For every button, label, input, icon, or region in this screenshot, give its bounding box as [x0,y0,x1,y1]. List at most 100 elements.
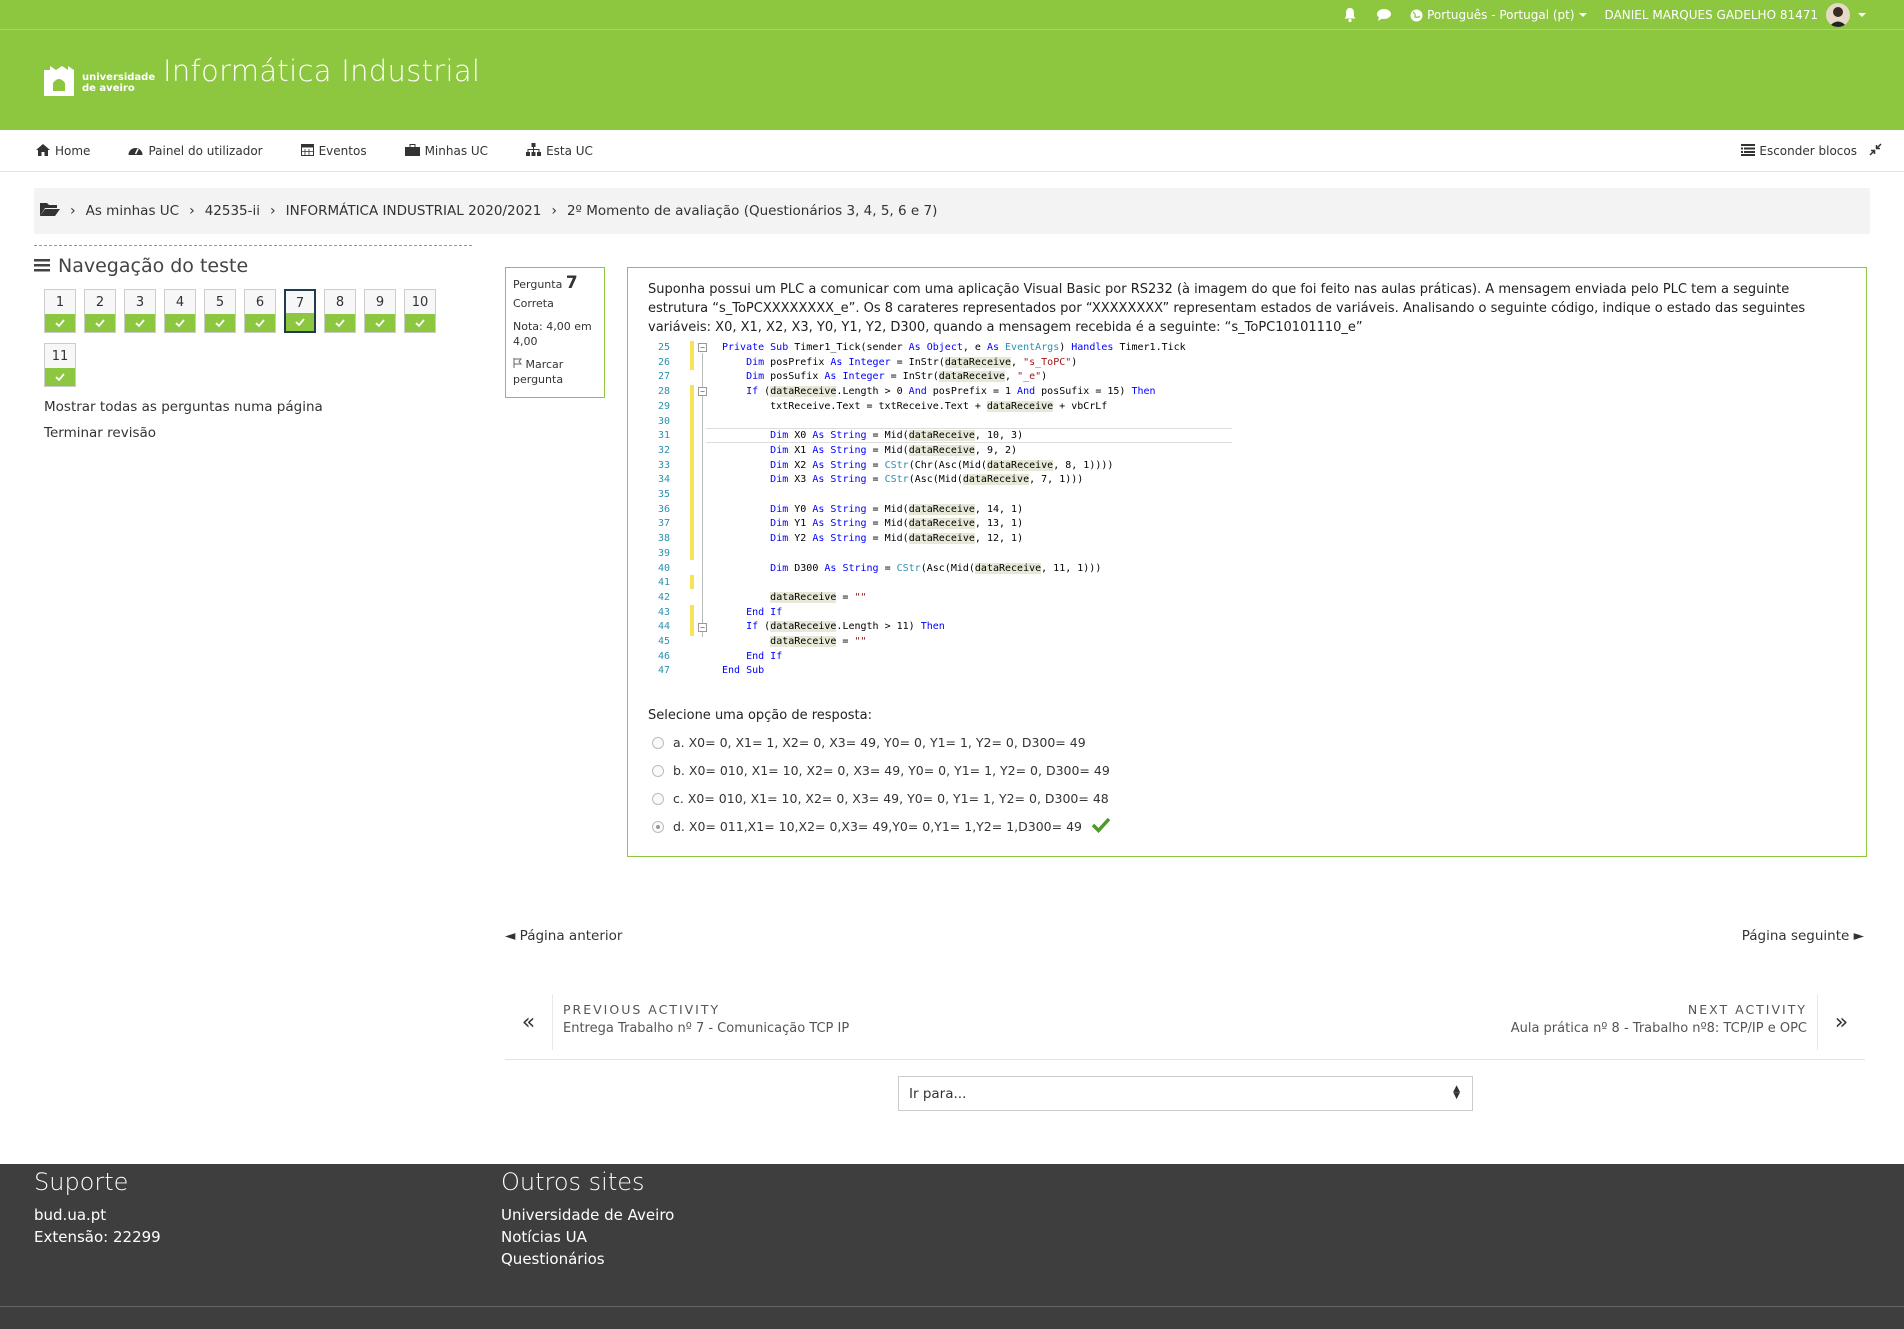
question-button-3[interactable]: 3 [124,289,156,333]
site-title[interactable]: Informática Industrial [163,54,480,88]
correct-icon [45,368,75,386]
code-line-number: 36 [657,503,670,515]
nav-my-courses[interactable]: Minhas UC [404,143,489,159]
question-number: 8 [335,295,345,310]
user-menu[interactable]: DANIEL MARQUES GADELHO 81471 [1605,3,1866,27]
flag-question-button[interactable]: Marcar pergunta [513,357,597,387]
nav-events[interactable]: Eventos [300,143,367,159]
question-button-1[interactable]: 1 [44,289,76,333]
question-grade: Nota: 4,00 em 4,00 [513,319,597,349]
footer-site-news[interactable]: Notícias UA [501,1226,674,1248]
correct-icon [325,314,355,332]
nav-home-label: Home [55,144,91,158]
page-footer: Suporte bud.ua.pt Extensão: 22299 Outros… [0,1164,1904,1329]
question-button-9[interactable]: 9 [364,289,396,333]
breadcrumb-separator: › [270,203,276,219]
nav-dashboard[interactable]: Painel do utilizador [128,144,263,159]
chevron-down-icon [1858,13,1866,17]
dashboard-icon [128,144,143,159]
code-line-number: 37 [657,518,670,530]
radio-b[interactable] [652,764,664,777]
question-button-5[interactable]: 5 [204,289,236,333]
nav-this-course-label: Esta UC [546,144,593,158]
radio-a[interactable] [652,736,664,749]
answer-option-c[interactable]: c. X0= 010, X1= 10, X2= 0, X3= 49, Y0= 0… [652,787,1111,810]
code-line-number: 44 [657,621,670,633]
code-lines: Private Sub Timer1_Tick(sender As Object… [722,342,1186,677]
footer-site-ua[interactable]: Universidade de Aveiro [501,1204,674,1226]
code-line-number: 42 [657,591,670,603]
list-icon [1741,143,1756,159]
site-header: universidade de aveiro Informática Indus… [0,30,1904,130]
double-chevron-right-icon[interactable]: » [1817,994,1865,1050]
previous-activity-title: Entrega Trabalho nº 7 - Comunicação TCP … [563,1021,850,1036]
question-button-7[interactable]: 7 [284,289,316,333]
nav-my-courses-label: Minhas UC [424,144,489,158]
footer-site-quizzes[interactable]: Questionários [501,1248,674,1270]
correct-icon [205,314,235,332]
correct-icon [45,314,75,332]
next-activity-label: NEXT ACTIVITY [1687,1002,1807,1017]
finish-review-link[interactable]: Terminar revisão [44,425,472,441]
breadcrumb-quiz[interactable]: 2º Momento de avaliação (Questionários 3… [567,203,937,219]
code-image: 25 26 27 28 29 30 31 32 33 34 35 36 37 38 39 40 41 42 43 44… [648,341,1268,676]
jump-to-value: Ir para... [909,1085,967,1102]
breadcrumb-course-name[interactable]: INFORMÁTICA INDUSTRIAL 2020/2021 [286,203,542,219]
question-number: 1 [55,295,65,310]
question-text: Suponha possui um PLC a comunicar com um… [648,282,1806,335]
correct-icon [365,314,395,332]
code-line-number: 35 [657,489,670,501]
folder-icon[interactable] [40,201,60,221]
question-number: 9 [375,295,385,310]
list-icon [34,255,50,277]
footer-support-title: Suporte [34,1168,129,1196]
code-line-number: 45 [657,636,670,648]
double-chevron-left-icon[interactable]: « [505,994,553,1050]
answer-a-label: a. X0= 0, X1= 1, X2= 0, X3= 49, Y0= 0, Y… [673,735,1086,750]
university-logo[interactable]: universidade de aveiro [42,64,155,102]
previous-activity-link[interactable]: PREVIOUS ACTIVITY Entrega Trabalho nº 7 … [563,1002,849,1036]
question-button-11[interactable]: 11 [44,343,76,387]
answer-option-b[interactable]: b. X0= 010, X1= 10, X2= 0, X3= 49, Y0= 0… [652,759,1111,782]
answer-option-d[interactable]: d. X0= 011,X1= 10,X2= 0,X3= 49,Y0= 0,Y1=… [652,815,1111,838]
language-label: Português - Portugal (pt) [1427,8,1575,22]
code-line-number: 38 [657,533,670,545]
jump-to-select[interactable]: Ir para... ▲ ▼ [898,1076,1473,1111]
user-name: DANIEL MARQUES GADELHO 81471 [1604,8,1818,22]
question-button-2[interactable]: 2 [84,289,116,333]
breadcrumb-my-courses[interactable]: As minhas UC [86,203,179,219]
question-button-8[interactable]: 8 [324,289,356,333]
next-activity-link[interactable]: NEXT ACTIVITY Aula prática nº 8 - Trabal… [1511,1002,1807,1036]
footer-support: Suporte bud.ua.pt Extensão: 22299 [34,1164,161,1248]
change-marker [690,341,694,370]
nav-home[interactable]: Home [36,143,91,159]
hide-blocks-button[interactable]: Esconder blocos [1741,143,1857,159]
collapse-icon[interactable] [1869,143,1882,159]
top-bar: Português - Portugal (pt) DANIEL MARQUES… [0,0,1904,30]
code-line-number: 47 [657,665,670,677]
answer-option-a[interactable]: a. X0= 0, X1= 1, X2= 0, X3= 49, Y0= 0, Y… [652,731,1111,754]
nav-this-course[interactable]: Esta UC [526,143,593,159]
next-page-link[interactable]: Página seguinte ► [1742,928,1864,944]
previous-activity-label: PREVIOUS ACTIVITY [563,1002,721,1017]
question-button-10[interactable]: 10 [404,289,436,333]
language-selector[interactable]: Português - Portugal (pt) [1410,8,1587,22]
question-info-box: Pergunta 7 Correta Nota: 4,00 em 4,00 Ma… [505,267,605,398]
question-button-4[interactable]: 4 [164,289,196,333]
breadcrumb-course-code[interactable]: 42535-ii [205,203,260,219]
activity-navigation: « PREVIOUS ACTIVITY Entrega Trabalho nº … [505,994,1865,1060]
radio-c[interactable] [652,792,664,805]
previous-page-link[interactable]: ◄ Página anterior [505,928,622,944]
question-number: 3 [135,295,145,310]
question-button-6[interactable]: 6 [244,289,276,333]
show-all-questions-link[interactable]: Mostrar todas as perguntas numa página [44,399,472,415]
home-icon [36,143,50,159]
footer-other-sites: Outros sites Universidade de Aveiro Notí… [501,1164,674,1270]
answer-d-label: d. X0= 011,X1= 10,X2= 0,X3= 49,Y0= 0,Y1=… [673,819,1082,834]
footer-support-link[interactable]: bud.ua.pt [34,1204,161,1226]
change-marker [690,605,694,636]
bell-icon[interactable] [1342,7,1358,23]
radio-d[interactable] [652,820,664,833]
chat-icon[interactable] [1376,7,1392,23]
question-content: Suponha possui um PLC a comunicar com um… [627,267,1867,857]
